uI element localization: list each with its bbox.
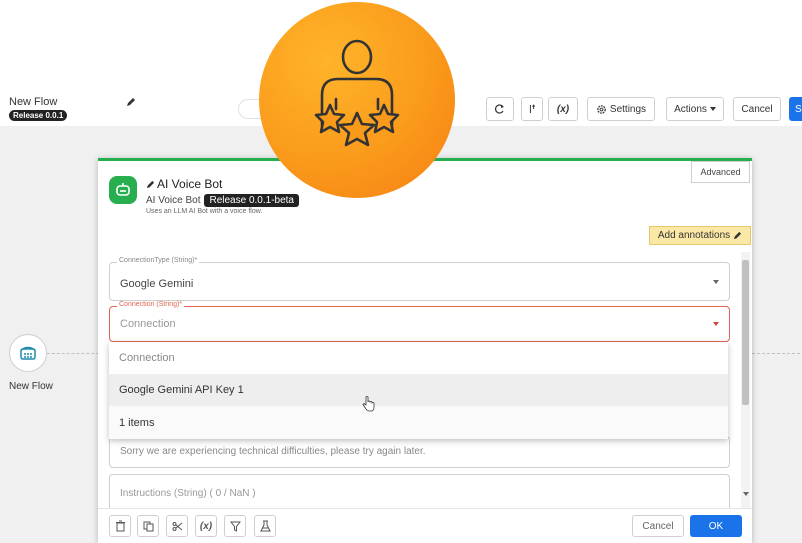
- filter-button[interactable]: [224, 515, 246, 537]
- dialog-subtitle-text: AI Voice Bot: [146, 195, 201, 206]
- bot-icon: [109, 176, 137, 204]
- connection-type-value: Google Gemini: [120, 278, 194, 290]
- connection-type-legend: ConnectionType (String)*: [117, 257, 200, 264]
- connection-legend: Connection (String)*: [117, 301, 185, 308]
- flow-title[interactable]: New Flow: [9, 96, 57, 108]
- dialog-title[interactable]: AI Voice Bot: [146, 177, 222, 191]
- dropdown-option-count: 1 items: [109, 406, 728, 439]
- test-button[interactable]: [254, 515, 276, 537]
- dialog-title-text: AI Voice Bot: [157, 177, 223, 191]
- trash-icon: [115, 520, 125, 532]
- error-message-value: Sorry we are experiencing technical diff…: [120, 446, 426, 457]
- chevron-down-icon: [709, 107, 716, 111]
- scroll-down-arrow[interactable]: [743, 492, 749, 496]
- error-message-field[interactable]: Sorry we are experiencing technical diff…: [109, 436, 730, 468]
- pencil-icon: [734, 231, 742, 240]
- instructions-field[interactable]: Instructions (String) ( 0 / NaN ): [109, 474, 730, 510]
- release-badge: Release 0.0.1-beta: [204, 194, 299, 207]
- person-stars-icon: [314, 39, 400, 147]
- hand-cursor-icon: [362, 396, 375, 412]
- branch-icon: [529, 104, 536, 113]
- copy-icon: [143, 521, 153, 531]
- connection-placeholder: Connection: [120, 318, 176, 330]
- redo-icon: [495, 104, 504, 114]
- chevron-down-icon: [713, 322, 719, 326]
- delete-button[interactable]: [109, 515, 131, 537]
- connector-line-right: [752, 353, 800, 354]
- settings-label: Settings: [609, 103, 647, 115]
- cancel-button[interactable]: Cancel: [632, 515, 684, 537]
- chevron-down-icon: [713, 279, 719, 284]
- connection-select[interactable]: Connection (String)* Connection: [109, 301, 730, 342]
- flow-start-node[interactable]: [9, 334, 47, 372]
- save-top-button[interactable]: S: [789, 97, 802, 121]
- ok-button[interactable]: OK: [690, 515, 742, 537]
- advanced-button[interactable]: Advanced: [691, 161, 750, 183]
- cancel-top-button[interactable]: Cancel: [733, 97, 781, 121]
- pencil-icon[interactable]: [126, 97, 136, 107]
- flask-icon: [259, 520, 271, 532]
- flow-node-label: New Flow: [9, 381, 53, 392]
- connection-dropdown: Connection Google Gemini API Key 1 1 ite…: [109, 342, 728, 439]
- copy-button[interactable]: [137, 515, 159, 537]
- cut-button[interactable]: [166, 515, 188, 537]
- rating-badge: [259, 2, 455, 198]
- dialog-description: Uses an LLM AI Bot with a voice flow.: [146, 208, 263, 215]
- settings-button[interactable]: Settings: [587, 97, 655, 121]
- connection-type-select[interactable]: ConnectionType (String)* Google Gemini: [109, 257, 730, 301]
- dropdown-option[interactable]: Google Gemini API Key 1: [109, 374, 728, 406]
- actions-button[interactable]: Actions: [666, 97, 724, 121]
- dropdown-option[interactable]: Connection: [109, 342, 728, 374]
- add-annotations-label: Add annotations: [657, 230, 731, 241]
- scissors-icon: [172, 521, 182, 531]
- instructions-placeholder: Instructions (String) ( 0 / NaN ): [120, 488, 256, 499]
- variables-button[interactable]: (x): [195, 515, 217, 537]
- release-badge: Release 0.0.1: [9, 110, 68, 121]
- phone-icon: [20, 346, 36, 360]
- add-annotations-button[interactable]: Add annotations: [649, 226, 751, 245]
- filter-icon: [229, 521, 241, 532]
- gear-icon: [597, 104, 606, 114]
- dialog-subtitle: AI Voice Bot Release 0.0.1-beta: [146, 194, 299, 207]
- actions-label: Actions: [674, 103, 707, 115]
- redo-button[interactable]: [486, 97, 514, 121]
- branch-button[interactable]: [521, 97, 543, 121]
- scrollbar-thumb[interactable]: [742, 260, 749, 405]
- variables-button[interactable]: (x): [548, 97, 578, 121]
- pencil-icon: [146, 180, 155, 188]
